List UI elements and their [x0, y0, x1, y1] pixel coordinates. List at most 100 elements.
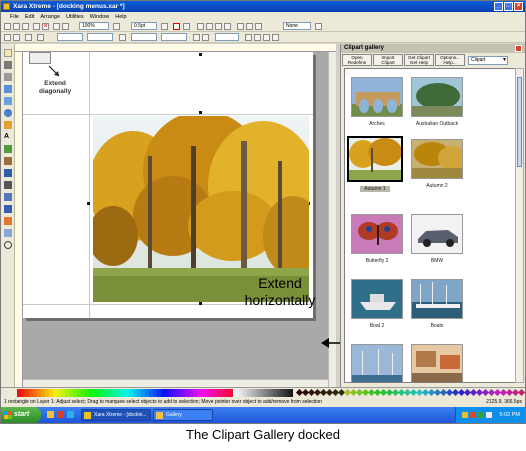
- start-button[interactable]: start: [1, 407, 41, 423]
- clipart-item-harbour[interactable]: [349, 344, 405, 382]
- zoom-tool-icon[interactable]: [4, 241, 12, 249]
- butterfly-2-thumbnail: [351, 214, 403, 254]
- gallery-scrollbar[interactable]: [515, 68, 524, 383]
- get-clipart-button[interactable]: Get Clipart Get Help: [404, 54, 434, 66]
- menu-edit[interactable]: Edit: [25, 14, 34, 20]
- lock-aspect-icon[interactable]: [119, 34, 126, 41]
- new-document-icon[interactable]: [4, 23, 11, 30]
- flip-horizontal-icon[interactable]: [193, 34, 200, 41]
- shape-editor-tool-icon[interactable]: [4, 73, 12, 81]
- task-xara[interactable]: Xara Xtreme - [dockin...: [81, 409, 151, 421]
- group-icon[interactable]: [237, 23, 244, 30]
- tray-icon-3[interactable]: [478, 412, 484, 418]
- close-button[interactable]: ×: [514, 2, 523, 11]
- gallery-close-button[interactable]: [515, 45, 522, 52]
- y-position-field[interactable]: [87, 33, 113, 41]
- shadow-tool-icon[interactable]: [4, 181, 12, 189]
- redo-icon[interactable]: [62, 23, 69, 30]
- mould-tool-icon[interactable]: [4, 217, 12, 225]
- gallery-category-select[interactable]: Clipart: [468, 55, 508, 65]
- quicklaunch-folder-icon[interactable]: [47, 411, 54, 418]
- tray-icon-4[interactable]: [486, 412, 492, 418]
- selector-tool-icon[interactable]: [4, 49, 12, 57]
- to-front-icon[interactable]: [245, 34, 252, 41]
- menu-utilities[interactable]: Utilities: [66, 14, 84, 20]
- contour-tool-icon[interactable]: [4, 193, 12, 201]
- clipart-item-autumn-2[interactable]: Autumn 2: [409, 139, 465, 189]
- fill-icon[interactable]: [183, 23, 190, 30]
- line-color-icon[interactable]: [161, 23, 168, 30]
- zoom-in-icon[interactable]: [113, 23, 120, 30]
- backward-icon[interactable]: [272, 34, 279, 41]
- height-field[interactable]: [161, 33, 187, 41]
- menu-window[interactable]: Window: [90, 14, 110, 20]
- fill-tool-icon[interactable]: [4, 145, 12, 153]
- clipart-item-autumn-1[interactable]: Autumn 1: [347, 136, 403, 192]
- tray-icon-2[interactable]: [470, 412, 476, 418]
- options-help-button[interactable]: Options... Help...: [435, 54, 465, 66]
- horizontal-ruler: [15, 44, 336, 52]
- horizontal-scrollbar[interactable]: [23, 379, 328, 387]
- grid-icon[interactable]: [37, 34, 44, 41]
- clipart-item-bmw[interactable]: BMW: [409, 214, 465, 264]
- document-canvas[interactable]: Extend diagonally: [23, 52, 328, 379]
- combine-icon[interactable]: [255, 23, 262, 30]
- x-position-field[interactable]: [57, 33, 83, 41]
- gallery-icon[interactable]: [173, 23, 180, 30]
- tray-icon-1[interactable]: [462, 412, 468, 418]
- save-icon[interactable]: [22, 23, 29, 30]
- forward-icon[interactable]: [263, 34, 270, 41]
- angle-field[interactable]: [215, 33, 239, 41]
- live-effects-tool-icon[interactable]: [4, 229, 12, 237]
- selector-mode-icon[interactable]: [4, 34, 11, 41]
- ungroup-icon[interactable]: [246, 23, 253, 30]
- line-width-combo[interactable]: 0.5pt: [131, 22, 157, 30]
- zoom-combo[interactable]: 100%: [79, 22, 109, 30]
- palette-swatch: [161, 389, 165, 397]
- small-object[interactable]: [29, 52, 51, 64]
- palette-swatch: [221, 389, 225, 397]
- help-icon[interactable]: [315, 23, 322, 30]
- import-clipart-button[interactable]: Import Clipart: [373, 54, 403, 66]
- clipart-item-butterfly-2[interactable]: Butterfly 2: [349, 214, 405, 264]
- flip-vertical-icon[interactable]: [202, 34, 209, 41]
- arrange-icon[interactable]: [206, 23, 213, 30]
- to-back-icon[interactable]: [254, 34, 261, 41]
- width-field[interactable]: [131, 33, 157, 41]
- quicklaunch-desktop-icon[interactable]: [67, 411, 74, 418]
- open-icon[interactable]: [13, 23, 20, 30]
- maximize-button[interactable]: □: [504, 2, 513, 11]
- delete-icon[interactable]: ×: [42, 23, 49, 30]
- menu-arrange[interactable]: Arrange: [40, 14, 60, 20]
- freehand-tool-icon[interactable]: [4, 61, 12, 69]
- menu-help[interactable]: Help: [115, 14, 126, 20]
- bounds-icon[interactable]: [13, 34, 20, 41]
- open-redefine-button[interactable]: Open Redefine: [342, 54, 372, 66]
- quicklaunch-browser-icon[interactable]: [57, 411, 64, 418]
- align-icon[interactable]: [197, 23, 204, 30]
- rectangle-tool-icon[interactable]: [4, 97, 12, 105]
- menu-file[interactable]: File: [10, 14, 19, 20]
- blend-tool-icon[interactable]: [4, 205, 12, 213]
- gallery-scroll-thumb[interactable]: [517, 77, 522, 167]
- pen-tool-icon[interactable]: [4, 85, 12, 93]
- bevel-tool-icon[interactable]: [4, 169, 12, 177]
- minimize-button[interactable]: _: [494, 2, 503, 11]
- ellipse-tool-icon[interactable]: [4, 109, 12, 117]
- clipart-item-cafe[interactable]: [409, 344, 465, 382]
- text-tool-icon[interactable]: A: [4, 133, 12, 141]
- bring-front-icon[interactable]: [215, 23, 222, 30]
- clipart-item-australian-outback[interactable]: Australian Outback: [409, 77, 465, 127]
- clipart-item-boat-2[interactable]: Boat 2: [349, 279, 405, 329]
- color-swatches[interactable]: [1, 388, 525, 398]
- cut-icon[interactable]: [33, 23, 40, 30]
- rotate-icon[interactable]: [25, 34, 32, 41]
- clipart-item-boats[interactable]: Boats: [409, 279, 465, 329]
- line-style-combo[interactable]: None: [283, 22, 311, 30]
- undo-icon[interactable]: [53, 23, 60, 30]
- clipart-item-arches[interactable]: Arches: [349, 77, 405, 127]
- task-gallery[interactable]: Gallery: [153, 409, 213, 421]
- quickshape-tool-icon[interactable]: [4, 121, 12, 129]
- send-back-icon[interactable]: [224, 23, 231, 30]
- transparency-tool-icon[interactable]: [4, 157, 12, 165]
